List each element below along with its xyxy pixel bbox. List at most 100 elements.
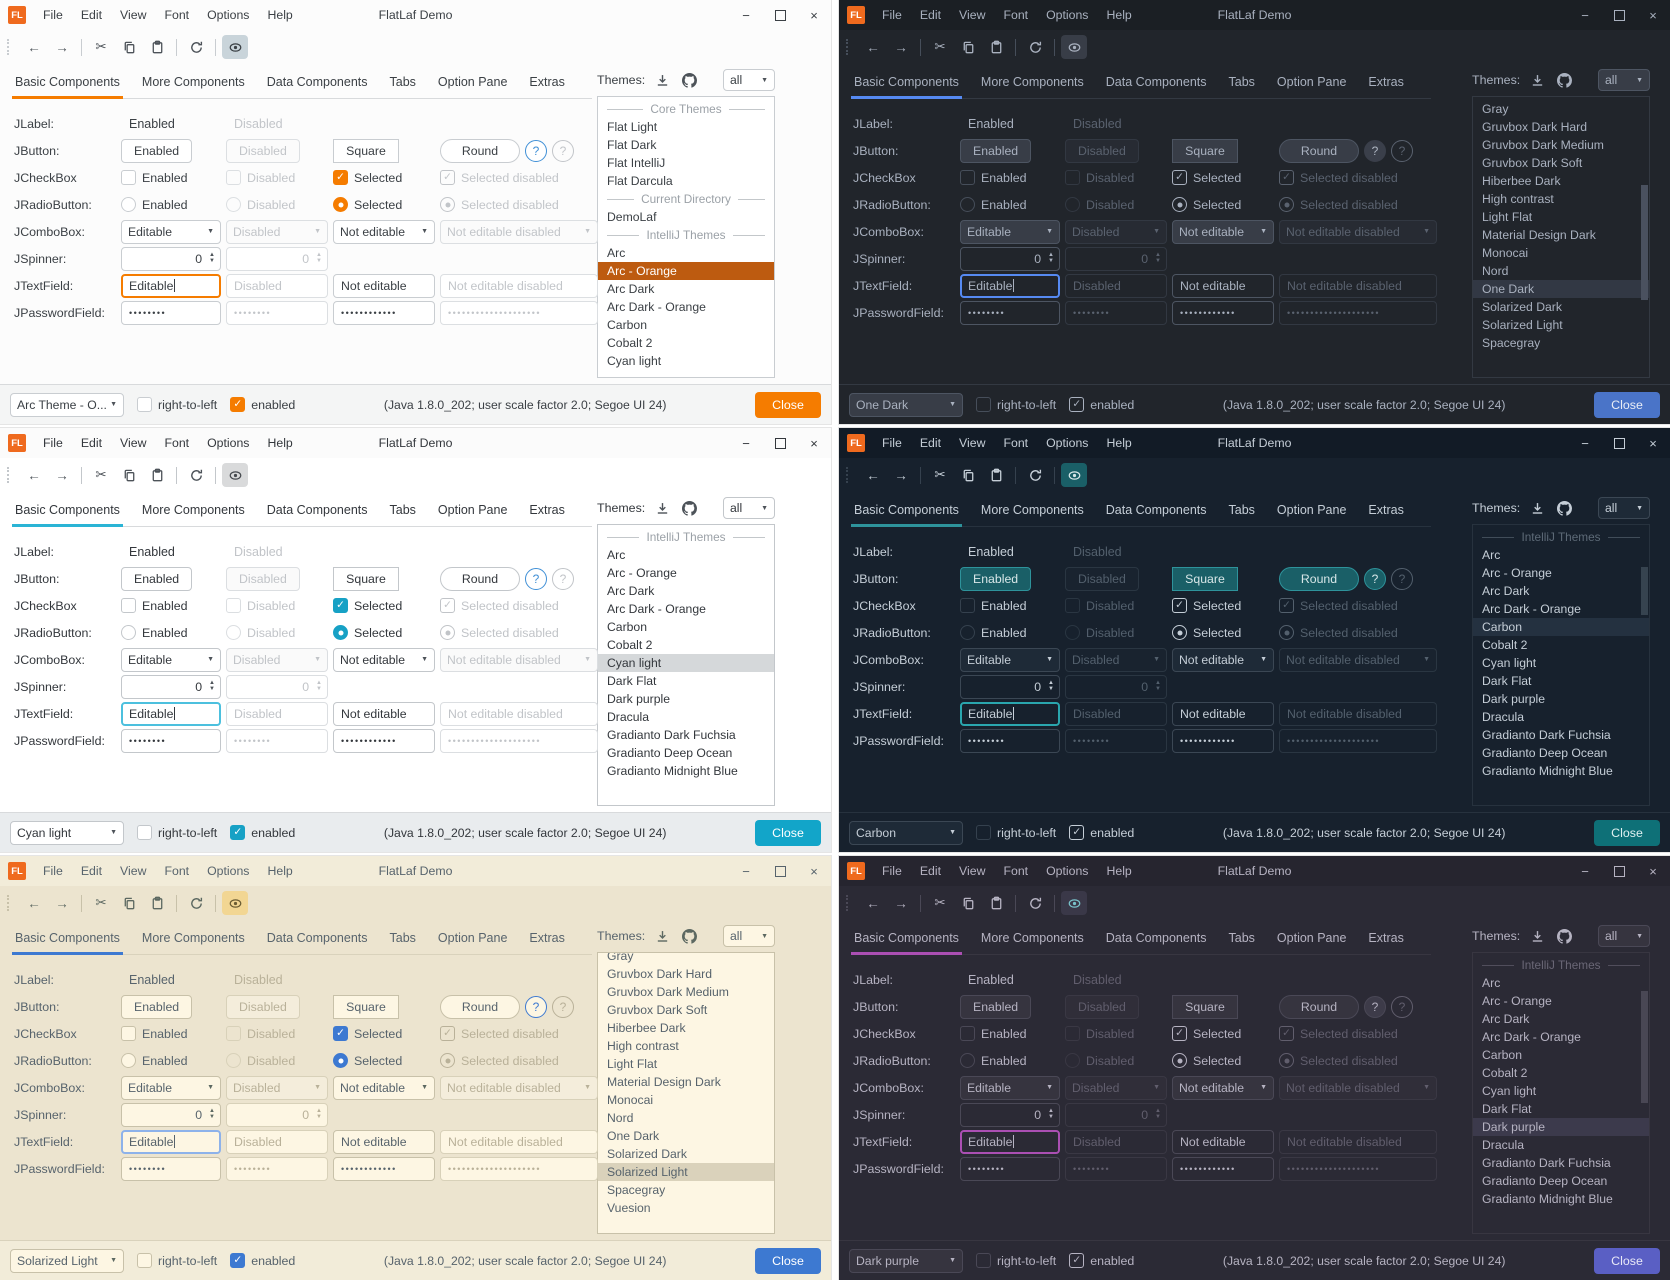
cut-button[interactable]: ✂ <box>927 891 953 915</box>
toolbar-grip-icon[interactable] <box>846 895 853 911</box>
github-icon[interactable] <box>1554 70 1574 90</box>
tab-extras[interactable]: Extras <box>526 75 567 98</box>
theme-list-item[interactable]: Cobalt 2 <box>598 636 774 654</box>
theme-list-item[interactable]: Arc <box>1473 974 1649 992</box>
tab-option-pane[interactable]: Option Pane <box>1274 931 1350 954</box>
tab-option-pane[interactable]: Option Pane <box>435 931 511 954</box>
theme-filter-combo[interactable]: all▼ <box>723 497 775 519</box>
close-button[interactable]: Close <box>1594 820 1660 846</box>
menu-help[interactable]: Help <box>1097 856 1140 886</box>
jcombobox-editable[interactable]: Editable▼ <box>960 1076 1060 1100</box>
back-button[interactable]: ← <box>860 891 886 915</box>
theme-combo[interactable]: Arc Theme - O...▼ <box>10 393 124 417</box>
theme-list-item[interactable]: Dracula <box>1473 708 1649 726</box>
right-to-left-checkbox[interactable]: right-to-left <box>976 1253 1056 1268</box>
jspinner-enabled[interactable]: 0▲▼ <box>121 1103 221 1127</box>
theme-list-item[interactable]: Solarized Dark <box>1473 298 1649 316</box>
menu-edit[interactable]: Edit <box>911 0 950 30</box>
theme-list-item[interactable]: Arc Dark <box>598 582 774 600</box>
jpasswordfield-editable[interactable]: •••••••• <box>960 301 1060 325</box>
jradiobutton-enabled[interactable]: Enabled <box>960 1053 1060 1068</box>
theme-list-item[interactable]: Arc Dark - Orange <box>1473 600 1649 618</box>
jpasswordfield-not-editable[interactable]: •••••••••••• <box>1172 729 1274 753</box>
maximize-button[interactable] <box>1602 428 1636 458</box>
jtextfield-not-editable[interactable]: Not editable <box>333 1130 435 1154</box>
tab-data-components[interactable]: Data Components <box>1103 503 1210 526</box>
right-to-left-checkbox[interactable]: right-to-left <box>137 1253 217 1268</box>
tab-more-components[interactable]: More Components <box>978 75 1087 98</box>
jradiobutton-selected[interactable]: Selected <box>1172 625 1274 640</box>
enabled-checkbox[interactable]: ✓enabled <box>230 825 295 840</box>
jtextfield-editable[interactable]: Editable <box>121 274 221 298</box>
menu-file[interactable]: File <box>34 428 72 458</box>
jradiobutton-selected[interactable]: Selected <box>1172 197 1274 212</box>
theme-list-item[interactable]: Arc - Orange <box>598 564 774 582</box>
theme-list-item[interactable]: Carbon <box>598 618 774 636</box>
tab-basic-components[interactable]: Basic Components <box>12 75 123 98</box>
jbutton-round[interactable]: Round <box>440 567 520 591</box>
theme-list-item[interactable]: Solarized Light <box>1473 316 1649 334</box>
theme-list-item[interactable]: Arc Dark - Orange <box>598 298 774 316</box>
right-to-left-checkbox[interactable]: right-to-left <box>976 397 1056 412</box>
refresh-icon[interactable] <box>183 891 209 915</box>
theme-combo[interactable]: Carbon▼ <box>849 821 963 845</box>
menu-view[interactable]: View <box>950 428 994 458</box>
theme-list-item[interactable]: Flat Dark <box>598 136 774 154</box>
theme-list-item[interactable]: Gray <box>1473 100 1649 118</box>
jcombobox-not-editable[interactable]: Not editable▼ <box>333 220 435 244</box>
jspinner-enabled[interactable]: 0▲▼ <box>121 247 221 271</box>
download-icon[interactable] <box>652 498 672 518</box>
theme-list-item[interactable]: Nord <box>598 1109 774 1127</box>
eye-icon[interactable] <box>222 891 248 915</box>
jcheckbox-selected[interactable]: ✓Selected <box>333 170 435 185</box>
tab-extras[interactable]: Extras <box>1365 75 1406 98</box>
tab-tabs[interactable]: Tabs <box>1226 931 1258 954</box>
menu-font[interactable]: Font <box>994 856 1037 886</box>
jpasswordfield-editable[interactable]: •••••••• <box>121 1157 221 1181</box>
theme-list-item[interactable]: Flat Light <box>598 118 774 136</box>
close-button[interactable]: Close <box>755 392 821 418</box>
theme-list-item[interactable]: Gray <box>598 952 774 965</box>
theme-combo[interactable]: Cyan light▼ <box>10 821 124 845</box>
jpasswordfield-editable[interactable]: •••••••• <box>960 729 1060 753</box>
tab-basic-components[interactable]: Basic Components <box>851 503 962 526</box>
copy-icon[interactable] <box>955 891 981 915</box>
jtextfield-editable[interactable]: Editable <box>960 1130 1060 1154</box>
menu-help[interactable]: Help <box>258 0 301 30</box>
theme-list-item[interactable]: Gradianto Dark Fuchsia <box>1473 726 1649 744</box>
forward-button[interactable]: → <box>888 463 914 487</box>
theme-list-item[interactable]: Gruvbox Dark Hard <box>598 965 774 983</box>
paste-icon[interactable] <box>144 463 170 487</box>
refresh-icon[interactable] <box>183 35 209 59</box>
menu-edit[interactable]: Edit <box>72 428 111 458</box>
tab-extras[interactable]: Extras <box>526 931 567 954</box>
tab-basic-components[interactable]: Basic Components <box>851 75 962 98</box>
toolbar-grip-icon[interactable] <box>7 39 14 55</box>
jcheckbox-selected[interactable]: ✓Selected <box>333 598 435 613</box>
theme-list-item[interactable]: Gradianto Deep Ocean <box>598 744 774 762</box>
jcombobox-editable[interactable]: Editable▼ <box>960 648 1060 672</box>
theme-list-item[interactable]: Dracula <box>598 708 774 726</box>
theme-list-item[interactable]: Dark purple <box>598 690 774 708</box>
theme-combo[interactable]: One Dark▼ <box>849 393 963 417</box>
jcombobox-not-editable[interactable]: Not editable▼ <box>333 1076 435 1100</box>
minimize-button[interactable]: − <box>729 0 763 30</box>
jradiobutton-enabled[interactable]: Enabled <box>121 1053 221 1068</box>
jbutton-square[interactable]: Square <box>1172 995 1238 1019</box>
forward-button[interactable]: → <box>888 891 914 915</box>
theme-list-item[interactable]: Gradianto Dark Fuchsia <box>1473 1154 1649 1172</box>
copy-icon[interactable] <box>116 35 142 59</box>
menu-edit[interactable]: Edit <box>911 428 950 458</box>
jpasswordfield-not-editable[interactable]: •••••••••••• <box>1172 301 1274 325</box>
theme-list-item[interactable]: Gradianto Midnight Blue <box>1473 762 1649 780</box>
paste-icon[interactable] <box>983 463 1009 487</box>
theme-list-item[interactable]: Dark Flat <box>1473 672 1649 690</box>
menu-font[interactable]: Font <box>155 856 198 886</box>
help-button[interactable]: ? <box>1364 996 1386 1018</box>
theme-list-item[interactable]: Monocai <box>598 1091 774 1109</box>
jtextfield-not-editable[interactable]: Not editable <box>1172 1130 1274 1154</box>
jbutton-round[interactable]: Round <box>1279 139 1359 163</box>
help-button[interactable]: ? <box>1364 568 1386 590</box>
copy-icon[interactable] <box>955 35 981 59</box>
github-icon[interactable] <box>679 498 699 518</box>
